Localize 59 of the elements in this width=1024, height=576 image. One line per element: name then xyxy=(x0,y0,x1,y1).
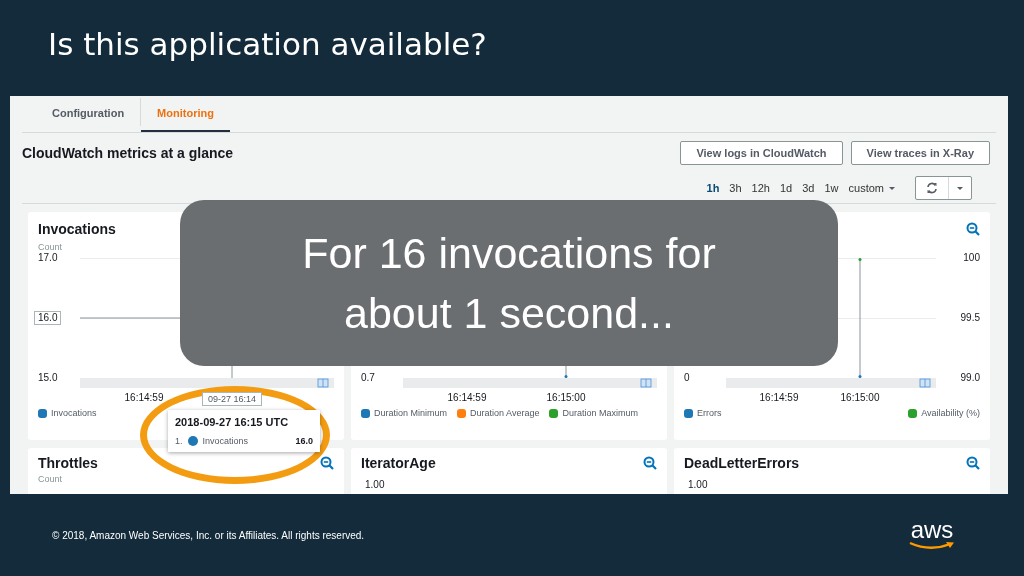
axis-label: 16:14:59 xyxy=(124,392,164,403)
legend-label: Errors xyxy=(697,408,722,418)
legend-label: Duration Minimum xyxy=(374,408,448,418)
panel-title: Invocations xyxy=(38,221,116,237)
time-range-option[interactable]: 1h xyxy=(706,182,720,194)
panel-title: DeadLetterErrors xyxy=(684,455,800,471)
link-button[interactable]: View traces in X-Ray xyxy=(850,141,990,165)
range-handle-icon[interactable] xyxy=(317,378,329,388)
legend-label: Duration Maximum xyxy=(562,408,638,418)
axis-label: 99.0 xyxy=(960,372,980,384)
row-index: 1. xyxy=(175,436,183,446)
axis-label: 16:14:59 xyxy=(447,392,487,403)
zoom-out-icon[interactable] xyxy=(966,456,980,470)
axis-label: 1.00 xyxy=(365,479,385,490)
time-range-option[interactable]: 3h xyxy=(729,182,742,194)
range-handle-icon[interactable] xyxy=(919,378,931,388)
refresh-control[interactable] xyxy=(915,176,972,200)
axis-label: 100 xyxy=(963,252,980,264)
logo-text: aws xyxy=(910,519,954,541)
legend-label: Duration Average xyxy=(470,408,540,418)
time-range-option[interactable]: 3d xyxy=(802,182,815,194)
time-label: 09-27 16:14 xyxy=(202,392,263,406)
legend-label: Availability (%) xyxy=(921,408,980,418)
section-heading: CloudWatch metrics at a glance xyxy=(22,145,234,161)
smile-arrow-icon xyxy=(908,541,956,551)
axis-label: 0.7 xyxy=(361,372,375,384)
time-range-option[interactable]: 1w xyxy=(824,182,839,194)
zoom-out-icon[interactable] xyxy=(643,456,657,470)
panel-title: IteratorAge xyxy=(361,455,436,471)
tab[interactable]: Configuration xyxy=(36,96,141,132)
time-range-option[interactable]: 12h xyxy=(751,182,770,194)
axis-label: 16:15:00 xyxy=(546,392,586,403)
unit-label: Count xyxy=(38,242,63,253)
panel-title: Throttles xyxy=(38,455,98,471)
axis-label: 16:15:00 xyxy=(840,392,880,403)
callout-text: For 16 invocations for xyxy=(302,228,716,279)
refresh-icon[interactable] xyxy=(926,182,938,194)
range-handle-icon[interactable] xyxy=(640,378,652,388)
tooltip-time: 2018-09-27 16:15 UTC xyxy=(175,416,289,428)
axis-label: 99.5 xyxy=(960,312,980,324)
axis-label: 17.0 xyxy=(38,252,58,264)
legend-label: Invocations xyxy=(51,408,97,418)
series-name: Invocations xyxy=(202,436,249,446)
time-range-option[interactable]: 1d xyxy=(779,182,793,194)
axis-label: 1.00 xyxy=(688,479,708,490)
link-button[interactable]: View logs in CloudWatch xyxy=(680,141,843,165)
zoom-out-icon[interactable] xyxy=(966,222,980,236)
slide-title: Is this application available? xyxy=(47,25,488,64)
axis-label: 16.0 xyxy=(34,311,62,325)
series-value: 16.0 xyxy=(295,436,313,446)
axis-label: 0 xyxy=(684,372,690,384)
callout-text: about 1 second... xyxy=(344,288,674,339)
zoom-out-icon[interactable] xyxy=(320,456,334,470)
caret-icon[interactable] xyxy=(957,186,963,190)
custom-range-dropdown[interactable]: custom xyxy=(848,182,905,194)
copyright-text: © 2018, Amazon Web Services, Inc. or its Affiliates. All rights reserved. xyxy=(52,529,365,541)
unit-label: Count xyxy=(38,474,63,486)
axis-label: 15.0 xyxy=(38,372,58,384)
axis-label: 16:14:59 xyxy=(759,392,799,403)
